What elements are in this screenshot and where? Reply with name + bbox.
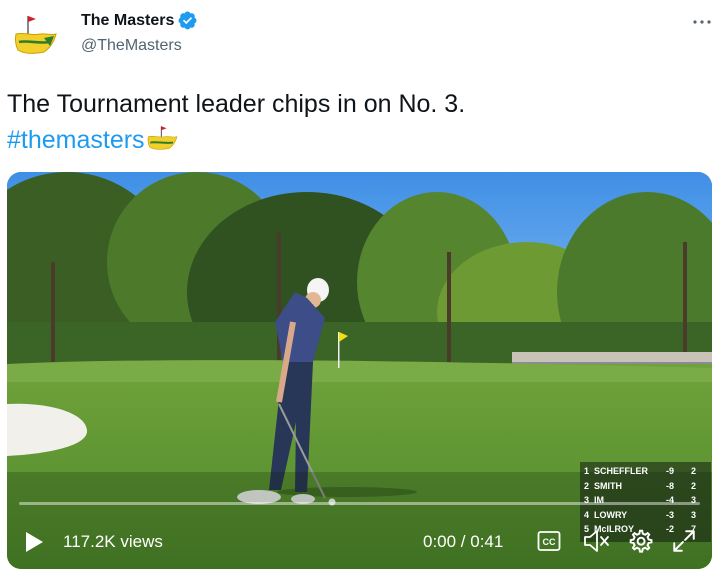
- author-handle[interactable]: @TheMasters: [81, 37, 182, 55]
- leaderboard-row: 1 SCHEFFLER -9 2: [580, 464, 711, 479]
- leaderboard-row: 3 IM -4 3: [580, 493, 711, 508]
- video-player[interactable]: 1 SCHEFFLER -9 2 2 SMITH -8 2 3 IM -4 3 …: [7, 172, 712, 569]
- hashtag-link[interactable]: #themasters: [7, 126, 145, 154]
- closed-captions-button[interactable]: CC: [537, 530, 561, 552]
- leaderboard-player: LOWRY: [594, 509, 628, 520]
- leaderboard-position: 4: [583, 509, 589, 520]
- hashtag-line: #themasters: [7, 122, 707, 158]
- volume-muted-icon[interactable]: [582, 528, 610, 554]
- leaderboard-score: -3: [665, 509, 674, 520]
- leaderboard-player: SMITH: [594, 480, 622, 491]
- author-display-name[interactable]: The Masters: [81, 12, 174, 30]
- more-options-icon[interactable]: [690, 10, 714, 34]
- tweet-text: The Tournament leader chips in on No. 3.…: [7, 86, 707, 158]
- leaderboard-position: 1: [583, 466, 589, 477]
- fullscreen-icon[interactable]: [671, 528, 697, 554]
- tweet-header: The Masters @TheMasters: [0, 0, 718, 62]
- leaderboard-row: 4 LOWRY -3 3: [580, 508, 711, 523]
- gear-icon[interactable]: [627, 528, 653, 554]
- leaderboard-row: 2 SMITH -8 2: [580, 479, 711, 494]
- play-icon[interactable]: [23, 530, 45, 554]
- tweet-body: The Tournament leader chips in on No. 3.: [7, 90, 466, 118]
- masters-logo-icon[interactable]: [10, 12, 60, 56]
- video-time: 0:00 / 0:41: [423, 532, 504, 551]
- leaderboard-thru: 2: [690, 466, 696, 477]
- cc-label: CC: [543, 537, 556, 547]
- view-count: 117.2K views: [63, 532, 163, 551]
- leaderboard-score: -8: [665, 480, 674, 491]
- leaderboard-thru: 2: [690, 480, 696, 491]
- leaderboard-position: 2: [583, 480, 589, 491]
- video-progress-bar[interactable]: [19, 502, 700, 505]
- leaderboard-player: SCHEFFLER: [594, 466, 648, 477]
- masters-logo-icon: [147, 126, 177, 150]
- video-controls: 117.2K views 0:00 / 0:41 CC: [7, 522, 712, 562]
- author-name-row: The Masters: [81, 10, 198, 31]
- leaderboard-thru: 3: [690, 509, 696, 520]
- leaderboard-score: -9: [665, 466, 674, 477]
- verified-badge-icon: [178, 11, 197, 30]
